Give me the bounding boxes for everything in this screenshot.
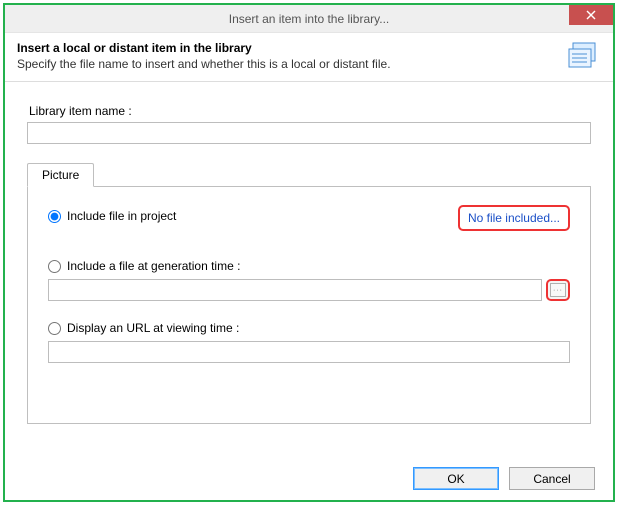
header-title: Insert a local or distant item in the li… bbox=[17, 41, 601, 55]
ellipsis-icon: ··· bbox=[550, 283, 566, 297]
header-subtitle: Specify the file name to insert and whet… bbox=[17, 57, 601, 71]
tab-picture[interactable]: Picture bbox=[27, 163, 94, 187]
close-button[interactable] bbox=[569, 5, 613, 25]
library-item-label: Library item name : bbox=[29, 104, 591, 118]
titlebar: Insert an item into the library... bbox=[5, 5, 613, 33]
generation-path-input[interactable] bbox=[48, 279, 542, 301]
no-file-included-link[interactable]: No file included... bbox=[458, 205, 570, 231]
label-include-at-generation: Include a file at generation time : bbox=[67, 259, 240, 273]
option-display-url[interactable]: Display an URL at viewing time : bbox=[48, 321, 570, 335]
library-item-input[interactable] bbox=[27, 122, 591, 144]
close-icon bbox=[586, 10, 596, 20]
library-icon bbox=[567, 41, 601, 76]
ok-button[interactable]: OK bbox=[413, 467, 499, 490]
label-display-url: Display an URL at viewing time : bbox=[67, 321, 239, 335]
tab-panel-picture: Include file in project No file included… bbox=[27, 186, 591, 424]
url-input[interactable] bbox=[48, 341, 570, 363]
radio-include-in-project[interactable] bbox=[48, 210, 61, 223]
cancel-button[interactable]: Cancel bbox=[509, 467, 595, 490]
radio-include-at-generation[interactable] bbox=[48, 260, 61, 273]
header-section: Insert a local or distant item in the li… bbox=[5, 33, 613, 82]
option-include-at-generation[interactable]: Include a file at generation time : bbox=[48, 259, 570, 273]
option-include-in-project[interactable]: Include file in project bbox=[48, 209, 176, 223]
window-title: Insert an item into the library... bbox=[229, 12, 390, 26]
browse-button[interactable]: ··· bbox=[546, 279, 570, 301]
radio-display-url[interactable] bbox=[48, 322, 61, 335]
label-include-in-project: Include file in project bbox=[67, 209, 176, 223]
